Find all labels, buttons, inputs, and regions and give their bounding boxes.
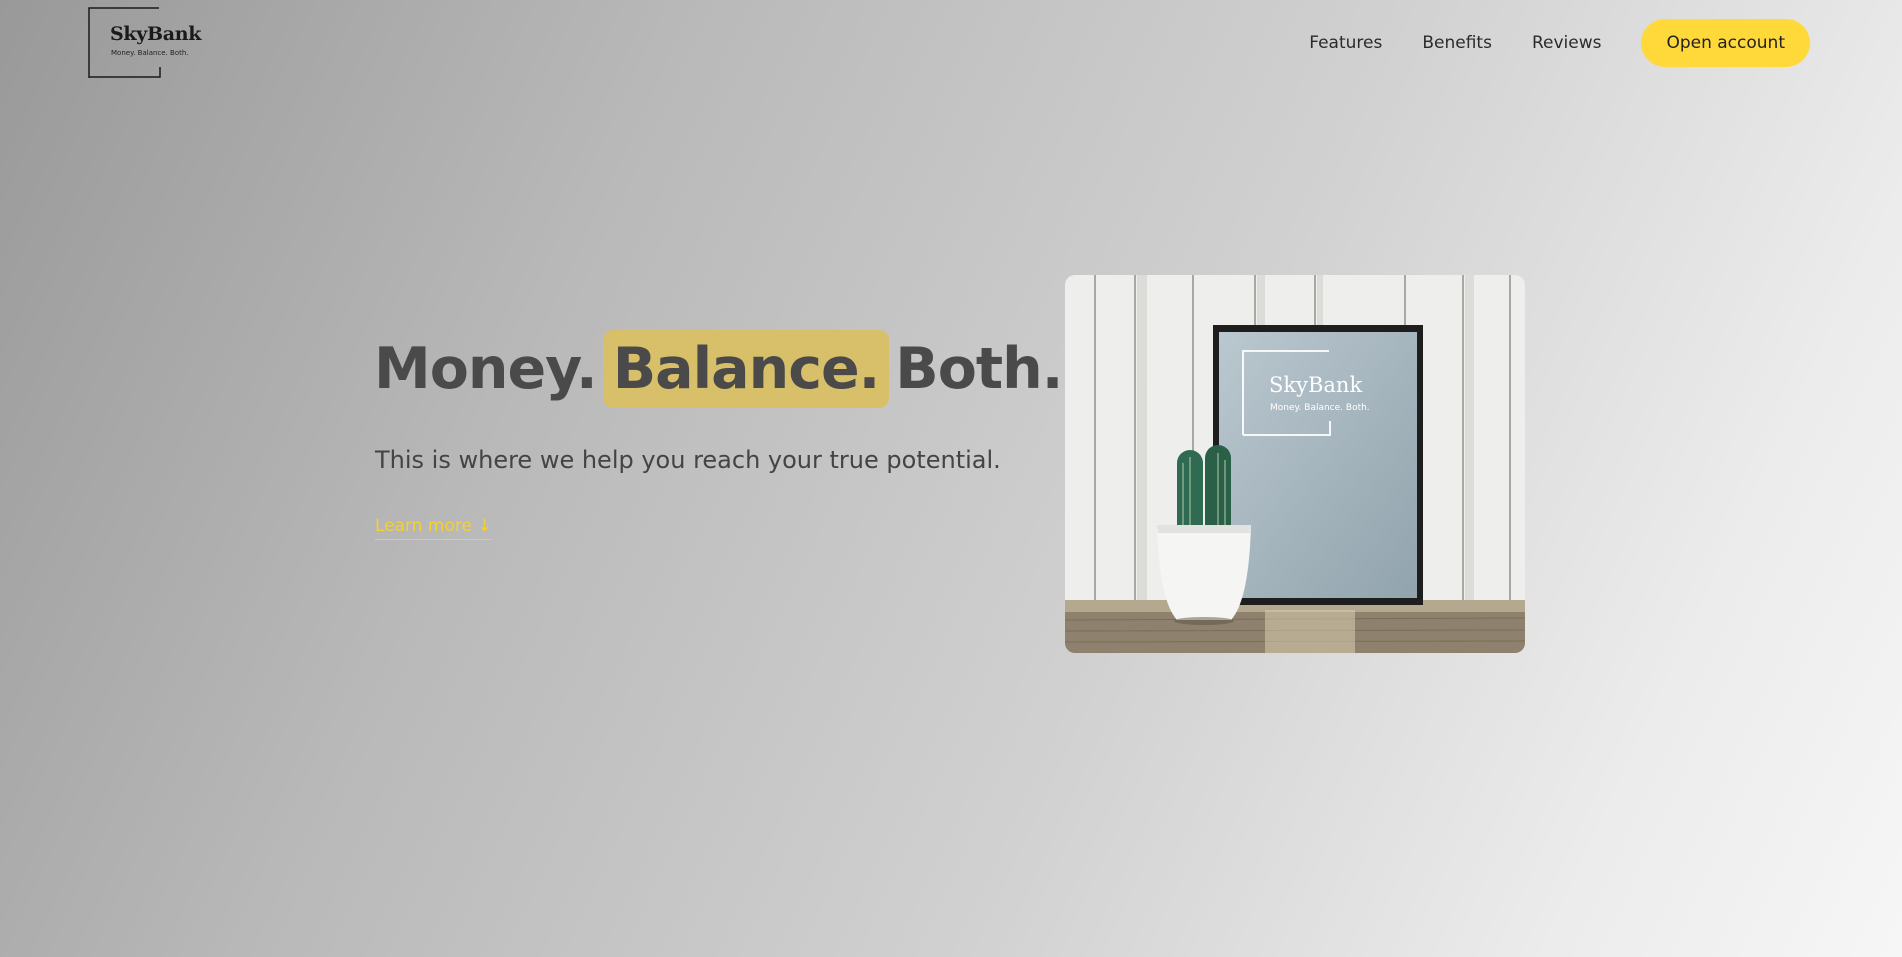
nav-link-reviews[interactable]: Reviews	[1532, 33, 1602, 53]
brand-logo[interactable]: SkyBank Money. Balance. Both.	[88, 7, 201, 78]
learn-more-link[interactable]: Learn more ↓	[375, 516, 492, 540]
poster-logo-tagline: Money. Balance. Both.	[1270, 403, 1370, 413]
nav-link-features[interactable]: Features	[1309, 33, 1382, 53]
poster-logo-name: SkyBank	[1269, 373, 1362, 397]
hero-title-part1: Money.	[374, 336, 598, 402]
open-account-button[interactable]: Open account	[1641, 19, 1810, 67]
main-nav: Features Benefits Reviews Open account	[1309, 19, 1810, 67]
logo-tagline: Money. Balance. Both.	[111, 49, 189, 57]
hero-image: SkyBank Money. Balance. Both.	[1065, 275, 1525, 653]
logo-name: SkyBank	[110, 23, 202, 45]
cactus-photo-illustration: SkyBank Money. Balance. Both.	[1065, 275, 1525, 653]
hero-subtitle: This is where we help you reach your tru…	[375, 446, 1001, 474]
hero-title-part3: Both.	[895, 336, 1063, 402]
hero-title-highlight: Balance.	[602, 330, 890, 408]
hero-title: Money. Balance. Both.	[374, 330, 1063, 408]
nav-link-benefits[interactable]: Benefits	[1422, 33, 1492, 53]
